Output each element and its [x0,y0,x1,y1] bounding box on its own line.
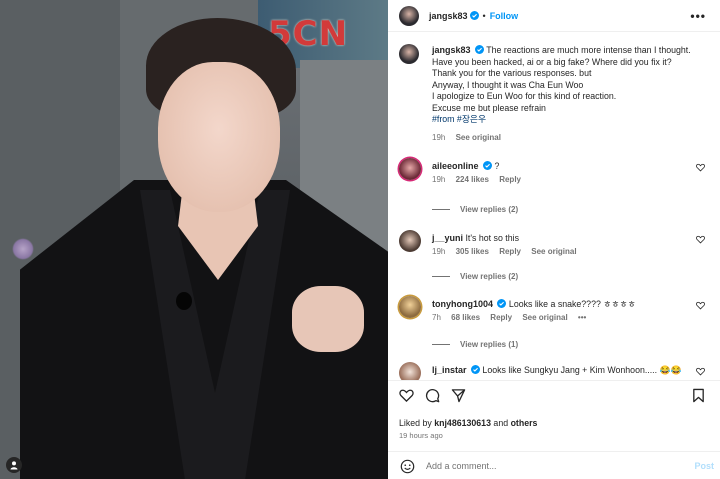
see-original-button[interactable]: See original [522,313,567,322]
post-image[interactable]: 5CN D [0,0,388,479]
comment-username[interactable]: aileeonline [432,161,479,171]
caption-hashtags[interactable]: #from #장은우 [432,114,712,126]
view-replies-button[interactable]: View replies (2) [432,205,518,214]
comment-time: 19h [432,247,446,256]
comment-username[interactable]: tonyhong1004 [432,299,493,309]
view-replies-label[interactable]: View replies (2) [460,205,518,214]
share-icon[interactable] [451,388,466,403]
comment-likes[interactable]: 224 likes [456,175,489,184]
heart-icon[interactable] [696,301,705,310]
comment-avatar[interactable] [399,158,421,180]
caption-author[interactable]: jangsk83 [432,45,471,55]
liked-by-user[interactable]: knj486130613 [434,418,491,428]
background-flower [12,238,34,260]
see-original-button[interactable]: See original [456,133,501,142]
verified-badge-icon [497,299,507,308]
liked-by-prefix: Liked by [399,418,432,428]
person-hand [292,286,364,352]
more-options-icon[interactable]: ••• [690,9,706,23]
comment-username[interactable]: lj_instar [432,365,467,375]
liked-by: Liked by knj486130613 and others [399,418,537,428]
post-panel: jangsk83 • Follow ••• jangsk83 The react… [388,0,720,479]
view-replies-button[interactable]: View replies (1) [432,340,518,349]
liked-by-others[interactable]: others [511,418,538,428]
person-face [158,62,280,212]
header-separator: • [482,10,486,21]
post-actions: Liked by knj486130613 and others 19 hour… [388,380,720,473]
author-avatar[interactable] [399,5,419,26]
comment-time: 19h [432,175,446,184]
verified-badge-icon [482,161,492,170]
post-header: jangsk83 • Follow ••• [388,0,720,32]
caption-line: Anyway, I thought it was Cha Eun Woo [432,79,584,90]
comment-likes[interactable]: 305 likes [456,247,489,256]
heart-icon[interactable] [696,367,705,376]
author-username[interactable]: jangsk83 [429,11,468,21]
comment-avatar[interactable] [399,362,421,380]
view-replies-label[interactable]: View replies (1) [460,340,518,349]
comment-text: ? [494,161,500,171]
heart-icon[interactable] [696,235,705,244]
caption-line: Excuse me but please refrain [432,102,546,113]
lapel-microphone [176,292,192,310]
reply-button[interactable]: Reply [490,313,512,322]
caption-time: 19h [432,132,446,142]
comment-avatar[interactable] [399,296,421,318]
comment-more-icon[interactable]: ••• [578,313,586,322]
caption-line: I apologize to Eun Woo for this kind of … [432,91,617,101]
verified-badge-icon [469,11,479,20]
caption-line: Thank you for the various responses. but [432,68,592,78]
comment-text: Looks like a snake???? ㅎㅎㅎㅎ [508,299,636,309]
tagged-user-icon[interactable] [6,457,22,473]
comment-icon[interactable] [425,388,440,403]
comment-username[interactable]: j__yuni [432,233,463,243]
reply-button[interactable]: Reply [499,247,521,256]
comment-likes[interactable]: 68 likes [451,313,480,322]
liked-by-and: and [493,418,509,428]
comment-text: It's hot so this [465,233,519,243]
add-comment-input[interactable]: Add a comment... [426,461,497,471]
post-time-ago: 19 hours ago [399,431,443,440]
comments-scroll-area[interactable]: jangsk83 The reactions are much more int… [388,32,720,380]
caption-line: The reactions are much more intense than… [486,45,691,55]
reply-button[interactable]: Reply [499,175,521,184]
add-comment-bar: Add a comment... Post [388,451,720,479]
view-replies-rule [432,344,450,345]
heart-icon[interactable] [399,388,414,403]
view-replies-rule [432,209,450,210]
heart-icon[interactable] [696,163,705,172]
view-replies-button[interactable]: View replies (2) [432,272,518,281]
comment-time: 7h [432,313,441,322]
view-replies-label[interactable]: View replies (2) [460,272,518,281]
caption-author-avatar[interactable] [399,44,419,64]
view-replies-rule [432,276,450,277]
bookmark-icon[interactable] [691,388,706,403]
post-comment-button[interactable]: Post [694,461,714,471]
comment-avatar[interactable] [399,230,421,252]
verified-badge-icon [470,365,480,374]
verified-badge-icon [474,45,484,54]
follow-button[interactable]: Follow [490,11,519,21]
see-original-button[interactable]: See original [531,247,576,256]
emoji-icon[interactable] [400,459,415,474]
caption-line: Have you been hacked, ai or a big fake? … [432,56,672,67]
comment-text: Looks like Sungkyu Jang + Kim Wonhoon...… [482,365,682,375]
